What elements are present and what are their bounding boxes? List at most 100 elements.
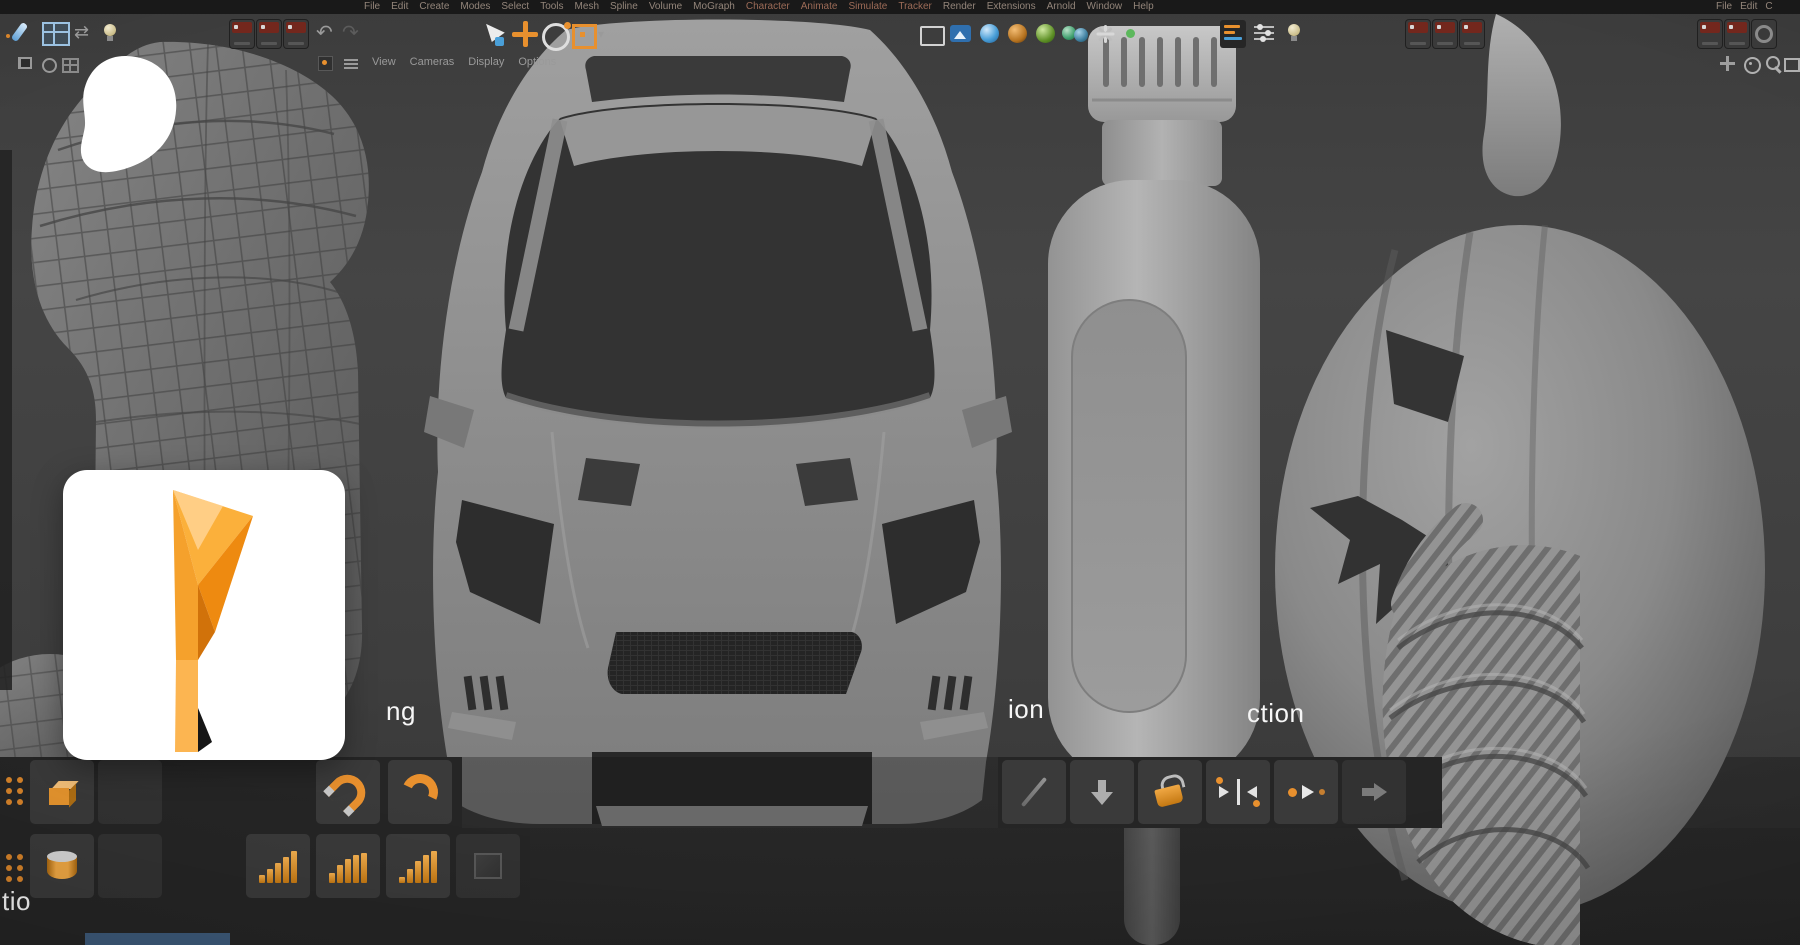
move-tool-button[interactable] — [512, 21, 538, 47]
cylinder-primitive-button[interactable] — [30, 834, 94, 898]
live-selection-button[interactable] — [480, 20, 504, 46]
slider-row-icon — [1254, 26, 1274, 28]
maximize-view-button[interactable] — [1784, 58, 1800, 72]
shader-sphere-button[interactable] — [1036, 24, 1055, 43]
fill-bucket-button[interactable] — [1138, 760, 1202, 824]
model-sports-car — [424, 20, 1012, 827]
sphere-pair-button[interactable] — [1062, 24, 1089, 43]
layout-manager-button[interactable] — [42, 22, 70, 46]
pan-view-button[interactable] — [1720, 56, 1735, 71]
selection-highlight-strip[interactable] — [85, 933, 230, 945]
sliders-button[interactable] — [1254, 26, 1274, 40]
secondary-menu-edit[interactable]: Edit — [1740, 0, 1757, 14]
spread-arrows-icon — [1216, 777, 1260, 807]
menu-item-window[interactable]: Window — [1087, 0, 1123, 14]
render-panel-button-3[interactable] — [284, 20, 308, 48]
menu-item-animate[interactable]: Animate — [801, 0, 838, 14]
knife-icon — [1021, 777, 1047, 807]
hamburger-menu-button[interactable] — [344, 59, 358, 69]
panel-button-7[interactable] — [1698, 20, 1722, 48]
world-sphere-button[interactable] — [980, 24, 999, 43]
settings-panel-button[interactable] — [1752, 20, 1776, 48]
axis-toggle-button[interactable] — [318, 56, 333, 71]
menu-item-select[interactable]: Select — [501, 0, 529, 14]
menu-item-arnold[interactable]: Arnold — [1047, 0, 1076, 14]
cascade-windows-button[interactable] — [18, 57, 32, 69]
cube-falloff-button[interactable] — [456, 834, 520, 898]
bottom-toolbar-row1 — [0, 757, 1800, 828]
toolbar-grip-handle[interactable] — [2, 765, 26, 817]
menu-item-create[interactable]: Create — [419, 0, 449, 14]
knife-tool-button[interactable] — [1002, 760, 1066, 824]
menu-item-render[interactable]: Render — [943, 0, 976, 14]
secondary-menu-c[interactable]: C — [1765, 0, 1772, 14]
brush-tool-button[interactable] — [16, 22, 23, 42]
cube-primitive-button[interactable] — [30, 760, 94, 824]
render-view-button[interactable] — [920, 26, 945, 46]
menu-item-character[interactable]: Character — [746, 0, 790, 14]
secondary-menu: File Edit C — [1716, 0, 1773, 14]
menu-item-tracker[interactable]: Tracker — [898, 0, 932, 14]
patreon-blob-icon — [66, 52, 184, 184]
render-panel-button-2[interactable] — [257, 20, 281, 48]
menu-item-help[interactable]: Help — [1133, 0, 1154, 14]
falloff-linear-button[interactable] — [246, 834, 310, 898]
tool-dropdown-button[interactable]: ▾ — [598, 28, 604, 40]
menu-item-spline[interactable]: Spline — [610, 0, 638, 14]
render-panel-button-1[interactable] — [230, 20, 254, 48]
spread-points-button[interactable] — [1206, 760, 1270, 824]
empty-tool-slot[interactable] — [98, 760, 162, 824]
magnet-icon — [323, 767, 372, 816]
panel-button-4[interactable] — [1406, 20, 1430, 48]
menu-item-extensions[interactable]: Extensions — [987, 0, 1036, 14]
picture-viewer-button[interactable] — [950, 25, 971, 42]
scene-light-button[interactable] — [1288, 24, 1300, 41]
swap-axes-button[interactable]: ⇄ — [74, 24, 89, 42]
status-dot-icon — [1126, 29, 1135, 38]
bottom-toolbar-row1-right — [998, 757, 1442, 828]
sphere-b-icon — [1074, 28, 1088, 42]
move-point-button[interactable] — [1274, 760, 1338, 824]
menu-item-file[interactable]: File — [364, 0, 380, 14]
falloff-step-button[interactable] — [386, 834, 450, 898]
lamp-icon-2 — [1288, 24, 1300, 41]
falloff-bars-icon — [259, 849, 297, 883]
viewport-menu-display[interactable]: Display — [468, 56, 504, 68]
viewport-menu-options[interactable]: Options — [518, 56, 556, 68]
snap-magnet-button[interactable] — [316, 760, 380, 824]
arc-icon — [397, 769, 443, 815]
bar-icon — [1224, 25, 1240, 28]
arc-tool-button[interactable] — [388, 760, 452, 824]
panel-button-5[interactable] — [1433, 20, 1457, 48]
menu-item-tools[interactable]: Tools — [540, 0, 563, 14]
scale-tool-button[interactable] — [572, 24, 597, 49]
orbit-view-button[interactable] — [1744, 57, 1761, 74]
menu-item-simulate[interactable]: Simulate — [848, 0, 887, 14]
default-light-button[interactable] — [104, 24, 116, 41]
modeling-settings-button[interactable] — [1220, 20, 1246, 48]
c4d-app-window: ng ion ction tio — [0, 0, 1800, 945]
falloff-dome-button[interactable] — [316, 834, 380, 898]
grip-dot-icon — [6, 34, 10, 38]
viewport-menu-view[interactable]: View — [372, 56, 396, 68]
empty-tool-slot-2[interactable] — [98, 834, 162, 898]
panel-button-8[interactable] — [1725, 20, 1749, 48]
refresh-view-button[interactable] — [42, 58, 57, 73]
menu-item-volume[interactable]: Volume — [649, 0, 682, 14]
menu-item-mograph[interactable]: MoGraph — [693, 0, 735, 14]
menu-item-modes[interactable]: Modes — [460, 0, 490, 14]
caption-fragment-right: ction — [1247, 698, 1304, 729]
undo-button[interactable]: ↶ — [316, 22, 333, 42]
menu-item-mesh[interactable]: Mesh — [575, 0, 599, 14]
secondary-menu-file[interactable]: File — [1716, 0, 1732, 14]
panel-button-6[interactable] — [1460, 20, 1484, 48]
menu-item-edit[interactable]: Edit — [391, 0, 408, 14]
viewport-menu-cameras[interactable]: Cameras — [410, 56, 455, 68]
starburst-button[interactable] — [1096, 25, 1114, 43]
extrude-down-button[interactable] — [1070, 760, 1134, 824]
shift-tool-button[interactable] — [1342, 760, 1406, 824]
zoom-view-button[interactable] — [1766, 56, 1780, 70]
material-sphere-button[interactable] — [1008, 24, 1027, 43]
redo-button[interactable]: ↷ — [342, 22, 359, 42]
rotate-tool-button[interactable] — [542, 23, 570, 51]
